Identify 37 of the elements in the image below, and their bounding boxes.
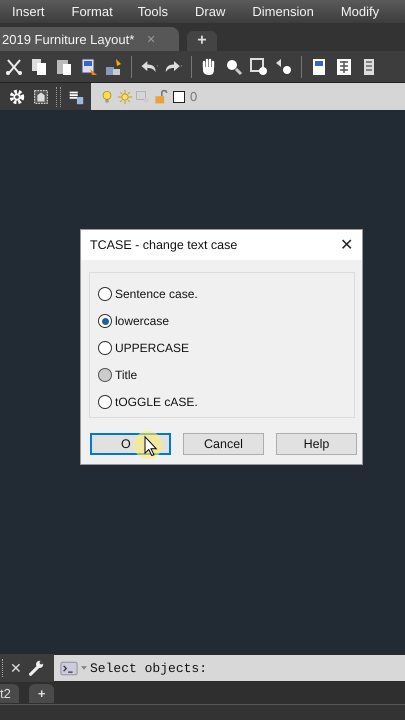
dialog-title: TCASE - change text case <box>90 238 238 252</box>
dialog-button[interactable]: Help <box>276 433 357 455</box>
copy-icon[interactable] <box>29 56 49 76</box>
menu-item[interactable]: Insert <box>12 4 45 19</box>
layer-name: 0 <box>190 89 198 104</box>
layout-tab[interactable]: + <box>28 684 54 702</box>
menu-item[interactable]: Modify <box>340 4 380 19</box>
layout-tab[interactable]: t2 <box>0 684 19 702</box>
cursor-icon <box>133 430 163 460</box>
close-icon[interactable]: ✕ <box>10 660 22 676</box>
option-label: tOGGLE cASE. <box>115 395 198 409</box>
file-tab[interactable]: + <box>187 31 217 51</box>
gear-icon[interactable] <box>8 88 26 106</box>
color-swatch[interactable] <box>173 90 185 102</box>
menu-item[interactable]: Format <box>72 4 113 19</box>
radio-button[interactable] <box>98 314 112 328</box>
menu-item[interactable]: Dimension <box>252 4 314 19</box>
menu-item[interactable]: Draw <box>195 4 226 19</box>
zoom-window-icon[interactable] <box>249 56 269 76</box>
command-prompt: Select objects: <box>90 660 208 676</box>
menu-item[interactable]: Tools <box>138 4 168 19</box>
option-label: Title <box>115 368 138 382</box>
terminal-icon[interactable] <box>60 660 78 676</box>
radio-button[interactable] <box>98 287 112 301</box>
close-icon[interactable]: ✕ <box>340 235 353 255</box>
option-label: lowercase <box>115 314 170 328</box>
dialog-button[interactable]: O <box>90 433 171 455</box>
file-tab[interactable]: 2019 Furniture Layout* ✕ <box>0 27 180 51</box>
scissors-icon[interactable] <box>4 56 24 76</box>
option-label: UPPERCASE <box>115 341 190 355</box>
option-label: Sentence case. <box>115 287 198 301</box>
radio-button[interactable] <box>98 395 112 409</box>
radio-button[interactable] <box>98 341 112 355</box>
radio-button[interactable] <box>98 368 112 382</box>
dialog-button[interactable]: Cancel <box>183 433 264 455</box>
wrench-icon[interactable] <box>27 659 45 677</box>
layer-states-icon[interactable] <box>32 88 50 106</box>
